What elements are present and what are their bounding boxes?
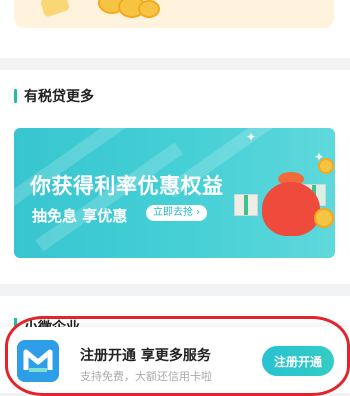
coin-icon <box>318 158 334 174</box>
register-title: 注册开通 享更多服务 <box>80 348 211 364</box>
promo-section: 有税贷更多 你获得利率优惠权益 抽免息 享优惠 立即去抢 › ✦ ✦ <box>0 70 350 284</box>
sparkle-icon: ✦ <box>246 130 257 144</box>
claim-now-button[interactable]: 立即去抢 › <box>146 205 207 221</box>
register-bar: 注册开通 享更多服务 支持免费，大额还信用卡啦 注册开通 <box>0 327 350 393</box>
money-bill-icon <box>39 0 71 18</box>
section-header: 有税贷更多 <box>14 88 94 105</box>
app-logo-icon <box>17 340 59 382</box>
claim-now-label: 立即去抢 <box>153 207 193 218</box>
gift-box-icon <box>234 194 258 216</box>
app-logo-svg <box>17 340 59 382</box>
promo-subtitle: 抽免息 享优惠 <box>32 207 128 225</box>
chevron-right-icon: › <box>196 207 200 218</box>
promo-title: 你获得利率优惠权益 <box>30 174 224 198</box>
top-promo-banner[interactable] <box>14 0 334 28</box>
coin-icon <box>138 0 160 18</box>
section-accent-bar <box>14 89 17 103</box>
coin-icon <box>314 208 334 228</box>
money-bag-icon <box>262 182 320 236</box>
register-subtitle: 支持免费，大额还信用卡啦 <box>80 370 212 383</box>
top-card <box>0 0 350 58</box>
promo-banner[interactable]: 你获得利率优惠权益 抽免息 享优惠 立即去抢 › ✦ ✦ <box>14 128 335 258</box>
register-button[interactable]: 注册开通 <box>262 346 334 376</box>
section-title: 有税贷更多 <box>24 89 94 105</box>
